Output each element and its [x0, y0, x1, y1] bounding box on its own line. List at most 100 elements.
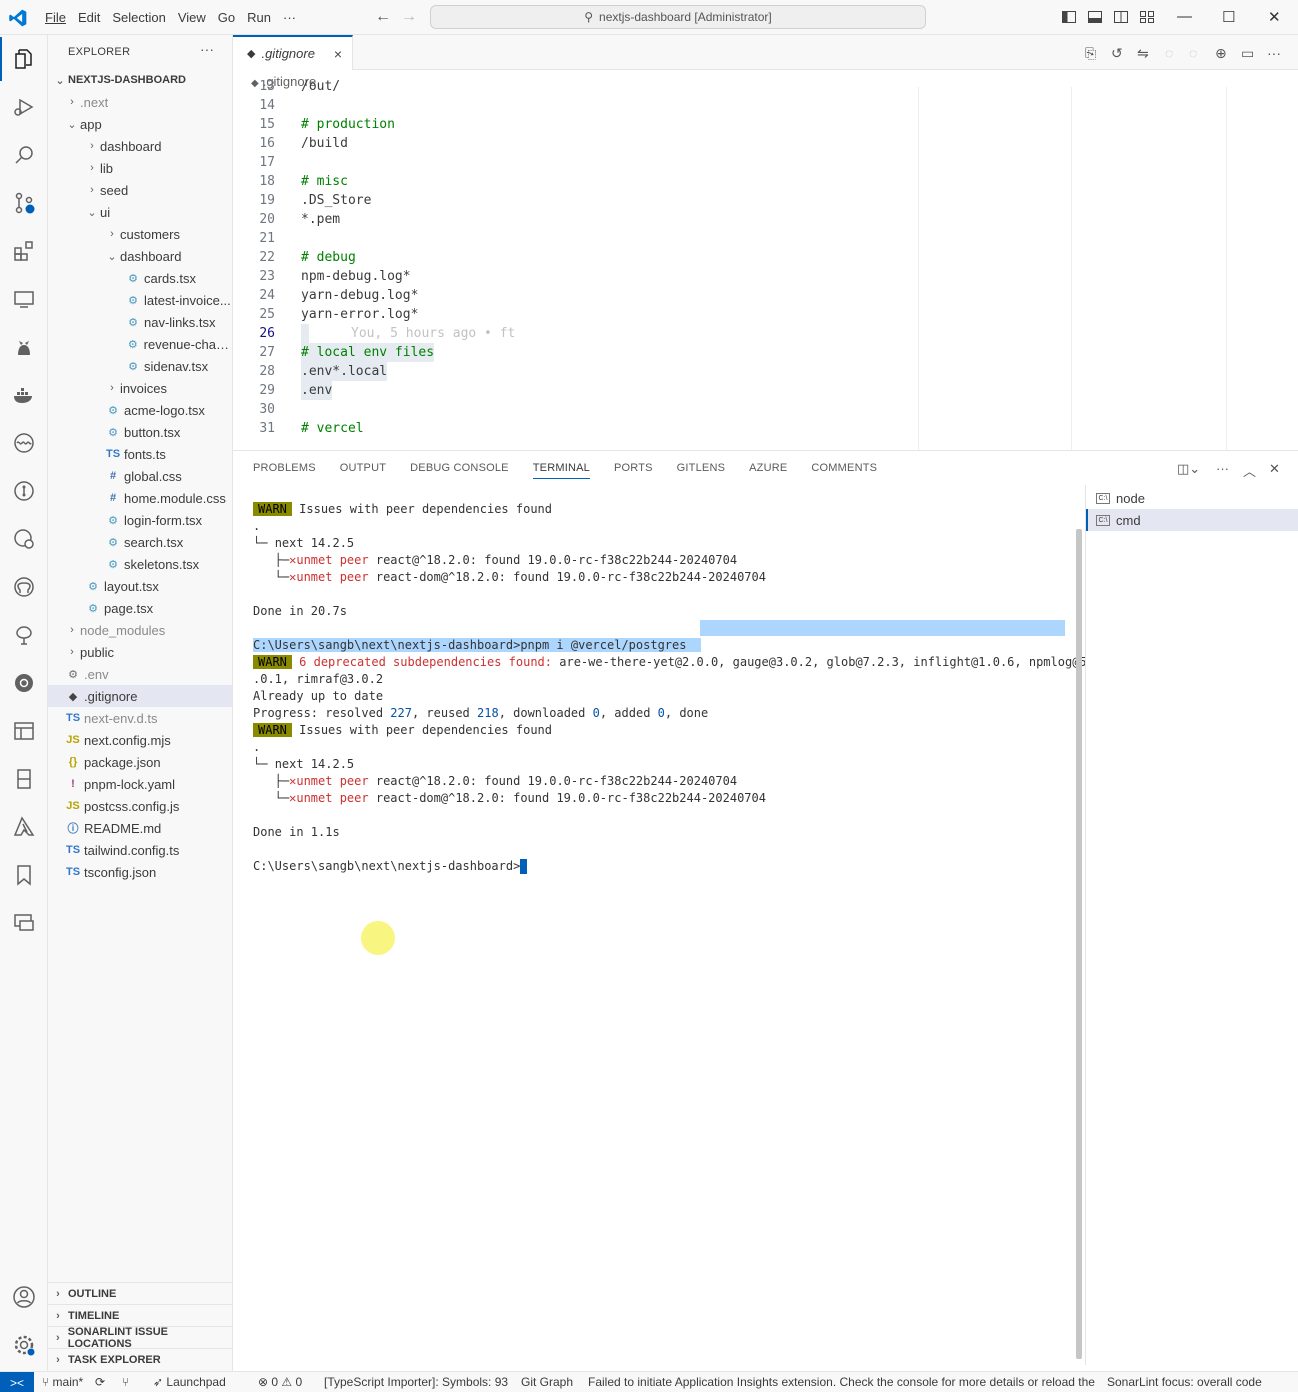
section-outline[interactable]: › OUTLINE	[48, 1282, 232, 1304]
sonarlint-status[interactable]: SonarLint focus: overall code	[1107, 1375, 1262, 1389]
panel-tab-terminal[interactable]: TERMINAL	[532, 462, 590, 479]
tree-file[interactable]: # global.css	[48, 465, 232, 487]
tree-file[interactable]: ⚙ button.tsx	[48, 421, 232, 443]
minimize-icon[interactable]: —	[1177, 8, 1192, 25]
notebook-icon[interactable]	[12, 767, 36, 791]
github-icon[interactable]	[12, 575, 36, 599]
close-tab-icon[interactable]: ×	[334, 46, 342, 62]
extensions-icon[interactable]	[12, 239, 36, 263]
git-commit-icon[interactable]: ⊕	[1215, 45, 1231, 61]
toggle-secondary-sidebar-icon[interactable]	[1113, 9, 1129, 25]
tree-file[interactable]: JS next.config.mjs	[48, 729, 232, 751]
maximize-icon[interactable]: ☐	[1222, 8, 1235, 26]
more-actions-icon[interactable]: ···	[1267, 45, 1283, 61]
previous-change-icon[interactable]: ◌	[1165, 45, 1181, 61]
split-terminal-icon[interactable]: ◫⌄	[1177, 461, 1200, 477]
remote-explorer-icon[interactable]	[12, 287, 36, 311]
close-window-icon[interactable]: ✕	[1268, 8, 1281, 26]
tree-file[interactable]: ⚙ latest-invoice...	[48, 289, 232, 311]
tree-folder[interactable]: › .next	[48, 91, 232, 113]
forward-arrow-icon[interactable]: →	[401, 8, 417, 26]
section-sonarlint-issue-locations[interactable]: › SONARLINT ISSUE LOCATIONS	[48, 1326, 232, 1350]
tree-file[interactable]: ⚙ cards.tsx	[48, 267, 232, 289]
tree-file[interactable]: ⚙ .env	[48, 663, 232, 685]
tree-folder[interactable]: › dashboard	[48, 135, 232, 157]
source-control-icon[interactable]	[12, 191, 36, 215]
tree-file[interactable]: ⚙ nav-links.tsx	[48, 311, 232, 333]
compare-icon[interactable]: ⇋	[1137, 45, 1153, 61]
tree-file[interactable]: TS tailwind.config.ts	[48, 839, 232, 861]
terminal-scrollbar[interactable]	[1076, 529, 1082, 1359]
pnpm-cat-icon[interactable]	[12, 335, 36, 359]
menu-selection[interactable]: Selection	[107, 10, 170, 25]
menu-go[interactable]: Go	[213, 10, 240, 25]
tree-file[interactable]: ⚙ search.tsx	[48, 531, 232, 553]
tree-file[interactable]: TS next-env.d.ts	[48, 707, 232, 729]
git-graph-icon[interactable]	[12, 479, 36, 503]
tree-file[interactable]: ! pnpm-lock.yaml	[48, 773, 232, 795]
panel-tab-azure[interactable]: AZURE	[749, 462, 787, 479]
tree-file[interactable]: ⚙ page.tsx	[48, 597, 232, 619]
customize-layout-icon[interactable]	[1139, 9, 1155, 25]
azure-icon[interactable]	[12, 815, 36, 839]
terminal-item-node[interactable]: C:\ node	[1086, 487, 1298, 509]
tree-folder[interactable]: › invoices	[48, 377, 232, 399]
close-panel-icon[interactable]: ✕	[1269, 461, 1280, 477]
tree-folder[interactable]: › node_modules	[48, 619, 232, 641]
explorer-icon[interactable]	[0, 37, 36, 81]
back-arrow-icon[interactable]: ←	[375, 8, 391, 26]
tree-folder[interactable]: ⌄ ui	[48, 201, 232, 223]
section-timeline[interactable]: › TIMELINE	[48, 1304, 232, 1326]
panel-tab-debug-console[interactable]: DEBUG CONSOLE	[410, 462, 509, 479]
panel-tab-comments[interactable]: COMMENTS	[811, 462, 877, 479]
tree-file[interactable]: ⚙ sidenav.tsx	[48, 355, 232, 377]
insights-status[interactable]: Failed to initiate Application Insights …	[588, 1375, 1098, 1389]
toggle-panel-icon[interactable]	[1087, 9, 1103, 25]
next-change-icon[interactable]: ◌	[1189, 45, 1205, 61]
timeline-history-icon[interactable]: ↺	[1111, 45, 1127, 61]
run-debug-icon[interactable]	[12, 95, 36, 119]
tree-file[interactable]: ⚙ login-form.tsx	[48, 509, 232, 531]
remote-indicator[interactable]: ><	[0, 1372, 34, 1392]
menu-more[interactable]: ···	[278, 10, 301, 25]
toggle-primary-sidebar-icon[interactable]	[1061, 9, 1077, 25]
panel-tab-gitlens[interactable]: GITLENS	[677, 462, 725, 479]
panel-tab-problems[interactable]: PROBLEMS	[253, 462, 316, 479]
tree-file[interactable]: ⚙ skeletons.tsx	[48, 553, 232, 575]
gitlens-icon[interactable]	[12, 527, 36, 551]
bookmark-icon[interactable]	[12, 863, 36, 887]
tree-folder[interactable]: › seed	[48, 179, 232, 201]
sync-icon[interactable]: ⟳	[95, 1375, 105, 1389]
git-graph-status[interactable]: Git Graph	[521, 1375, 573, 1389]
tree-file[interactable]: ⚙ acme-logo.tsx	[48, 399, 232, 421]
comments-icon[interactable]	[12, 911, 36, 935]
tree-file[interactable]: ⓘ README.md	[48, 817, 232, 839]
tree-file[interactable]: ◆ .gitignore	[48, 685, 232, 707]
tree-folder[interactable]: › public	[48, 641, 232, 663]
tree-folder[interactable]: ⌄ dashboard	[48, 245, 232, 267]
manage-gear-icon[interactable]	[12, 1333, 36, 1357]
graph-status-icon[interactable]: ⑂	[122, 1375, 129, 1389]
kubernetes-icon[interactable]	[12, 671, 36, 695]
tree-file[interactable]: TS fonts.ts	[48, 443, 232, 465]
tree-file[interactable]: JS postcss.config.js	[48, 795, 232, 817]
tree-folder[interactable]: › customers	[48, 223, 232, 245]
panels-icon[interactable]	[12, 719, 36, 743]
menu-edit[interactable]: Edit	[73, 10, 105, 25]
tree-file[interactable]: # home.module.css	[48, 487, 232, 509]
command-center[interactable]: ⚲ nextjs-dashboard [Administrator]	[430, 5, 926, 29]
tree-folder[interactable]: ⌄ app	[48, 113, 232, 135]
typescript-importer-status[interactable]: [TypeScript Importer]: Symbols: 93	[324, 1375, 508, 1389]
menu-run[interactable]: Run	[242, 10, 276, 25]
open-changes-icon[interactable]: ⎘	[1085, 45, 1101, 61]
tree-file[interactable]: ⚙ revenue-chart...	[48, 333, 232, 355]
tab-gitignore[interactable]: ◆ .gitignore ×	[233, 35, 353, 70]
menu-view[interactable]: View	[173, 10, 211, 25]
launchpad-status[interactable]: ➶ Launchpad	[153, 1375, 226, 1389]
branch-status[interactable]: ⑂ main*	[42, 1375, 83, 1389]
panel-tab-ports[interactable]: PORTS	[614, 462, 653, 479]
tree-file[interactable]: ⚙ layout.tsx	[48, 575, 232, 597]
section-task-explorer[interactable]: › TASK EXPLORER	[48, 1348, 232, 1370]
tree-view-icon[interactable]	[12, 623, 36, 647]
problems-status[interactable]: ⊗ 0 ⚠ 0	[258, 1375, 302, 1389]
